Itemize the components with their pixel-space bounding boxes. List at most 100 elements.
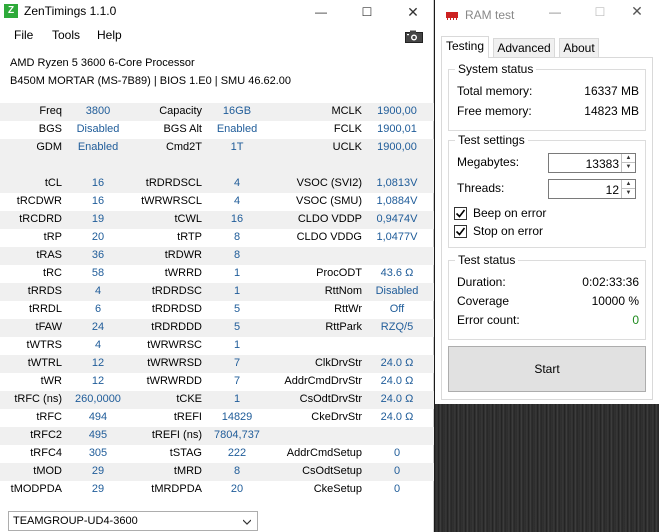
timing-label: VSOC (SMU) — [296, 195, 362, 207]
timing-label: tRFC (ns) — [14, 393, 62, 405]
timing-label: tRDRDSD — [151, 303, 202, 315]
error-count-label: Error count: — [457, 313, 520, 327]
total-memory-value: 16337 MB — [584, 84, 639, 98]
beep-on-error-label[interactable]: Beep on error — [473, 206, 546, 220]
timing-value: Enabled — [216, 123, 258, 135]
increment-icon[interactable]: ▲ — [622, 180, 635, 189]
timings-table: Freq 3800 Capacity 16GB MCLK 1900,00 BGS Disabl… — [0, 103, 434, 499]
timing-value: 305 — [88, 447, 108, 459]
decrement-icon[interactable]: ▼ — [622, 163, 635, 172]
duration-value: 0:02:33:36 — [582, 275, 639, 289]
timing-label: tWRRD — [164, 267, 202, 279]
timing-label: tCL — [44, 177, 62, 189]
timing-label: RttPark — [325, 321, 362, 333]
ramtest-minimize-button[interactable]: — — [535, 5, 575, 19]
ramtest-close-button[interactable]: ✕ — [617, 3, 657, 20]
timing-value: 1,0813V — [376, 177, 418, 189]
timing-label: tREFI — [173, 411, 202, 423]
timing-label: MCLK — [331, 105, 362, 117]
board-info: B450M MORTAR (MS-7B89) | BIOS 1.E0 | SMU… — [10, 75, 292, 87]
minimize-button[interactable]: — — [298, 0, 344, 24]
timing-label: CsOdtDrvStr — [299, 393, 362, 405]
menu-file[interactable]: File — [14, 28, 33, 42]
timing-label: GDM — [36, 141, 62, 153]
timing-label: VSOC (SVI2) — [296, 177, 362, 189]
threads-stepper[interactable]: 12 ▲ ▼ — [548, 179, 636, 199]
ramtest-maximize-button[interactable]: ☐ — [580, 5, 620, 19]
timing-label: tRDRDSC — [151, 285, 202, 297]
stop-on-error-checkbox[interactable] — [454, 225, 467, 238]
table-row: tRCDWR 16 tWRWRSCL 4 VSOC (SMU) 1,0884V — [0, 193, 434, 211]
timing-label: tRFC — [36, 411, 62, 423]
timing-label: tRCDWR — [16, 195, 62, 207]
timing-label: BGS — [38, 123, 62, 135]
ramtest-title: RAM test — [465, 8, 515, 22]
group-title: Test settings — [455, 133, 528, 147]
camera-icon[interactable] — [405, 30, 423, 43]
timing-label: RttWr — [334, 303, 362, 315]
megabytes-value[interactable]: 13383 — [586, 157, 619, 171]
timing-value: 16GB — [222, 105, 252, 117]
timing-value: 4 — [94, 285, 102, 297]
threads-value[interactable]: 12 — [606, 183, 619, 197]
increment-icon[interactable]: ▲ — [622, 154, 635, 163]
timing-value: 36 — [91, 249, 105, 261]
timing-value: 1T — [230, 141, 244, 153]
table-row: tWR 12 tWRWRDD 7 AddrCmdDrvStr 24.0 Ω — [0, 373, 434, 391]
timing-value: 24.0 Ω — [380, 357, 414, 369]
timing-label: CLDO VDDP — [297, 213, 362, 225]
timing-value: 3800 — [85, 105, 111, 117]
timing-value: 29 — [91, 465, 105, 477]
timing-value: RZQ/5 — [380, 321, 414, 333]
timing-value: 4 — [233, 177, 241, 189]
menu-help[interactable]: Help — [97, 28, 122, 42]
maximize-button[interactable]: ☐ — [344, 0, 390, 24]
table-row — [0, 157, 434, 175]
zentimings-window: Z ZenTimings 1.1.0 — ☐ ✕ File Tools Help… — [0, 0, 434, 532]
zentimings-titlebar[interactable]: Z ZenTimings 1.1.0 — ☐ ✕ — [0, 0, 434, 24]
timing-label: CsOdtSetup — [302, 465, 362, 477]
tab-advanced[interactable]: Advanced — [493, 38, 555, 58]
menu-tools[interactable]: Tools — [52, 28, 80, 42]
megabytes-label: Megabytes: — [457, 155, 520, 169]
timing-label: FCLK — [333, 123, 362, 135]
stop-on-error-label[interactable]: Stop on error — [473, 224, 543, 238]
timing-value: 1900,01 — [377, 123, 417, 135]
tab-testing[interactable]: Testing — [441, 36, 489, 58]
timing-value: 16 — [91, 195, 105, 207]
start-button[interactable]: Start — [448, 346, 646, 392]
timing-label: tRAS — [36, 249, 62, 261]
menubar: File Tools Help — [0, 25, 434, 45]
table-row: tRFC2 495 tREFI (ns) 7804,737 — [0, 427, 434, 445]
memory-module-select[interactable]: TEAMGROUP-UD4-3600 — [8, 511, 258, 531]
megabytes-stepper[interactable]: 13383 ▲ ▼ — [548, 153, 636, 173]
timing-label: tWTRS — [26, 339, 62, 351]
timing-value: 14829 — [221, 411, 253, 423]
tab-strip: Testing Advanced About — [441, 36, 655, 58]
table-row: tWTRL 12 tWRWRSD 7 ClkDrvStr 24.0 Ω — [0, 355, 434, 373]
test-settings-group: Test settings Megabytes: 13383 ▲ ▼ Threa… — [448, 133, 646, 248]
timing-value: 1 — [233, 393, 241, 405]
timing-label: tREFI (ns) — [151, 429, 202, 441]
timing-label: ClkDrvStr — [314, 357, 362, 369]
timing-value: 24.0 Ω — [380, 393, 414, 405]
beep-on-error-checkbox[interactable] — [454, 207, 467, 220]
free-memory-value: 14823 MB — [584, 104, 639, 118]
timing-value: 1 — [233, 267, 241, 279]
timing-value: 494 — [88, 411, 108, 423]
ramtest-titlebar[interactable]: RAM test — ☐ ✕ — [435, 0, 659, 30]
tab-about[interactable]: About — [559, 38, 599, 58]
close-button[interactable]: ✕ — [390, 0, 436, 24]
timing-value: Enabled — [77, 141, 119, 153]
timing-label: UCLK — [332, 141, 362, 153]
table-row: tMODPDA 29 tMRDPDA 20 CkeSetup 0 — [0, 481, 434, 499]
timing-value: 8 — [233, 249, 241, 261]
decrement-icon[interactable]: ▼ — [622, 189, 635, 198]
timing-value: 1900,00 — [377, 105, 417, 117]
timing-label: RttNom — [324, 285, 362, 297]
timing-label: tMODPDA — [10, 483, 62, 495]
stepper-buttons: ▲ ▼ — [621, 180, 635, 198]
table-row: Freq 3800 Capacity 16GB MCLK 1900,00 — [0, 103, 434, 121]
timing-label: tWR — [40, 375, 62, 387]
table-row: tRC 58 tWRRD 1 ProcODT 43.6 Ω — [0, 265, 434, 283]
